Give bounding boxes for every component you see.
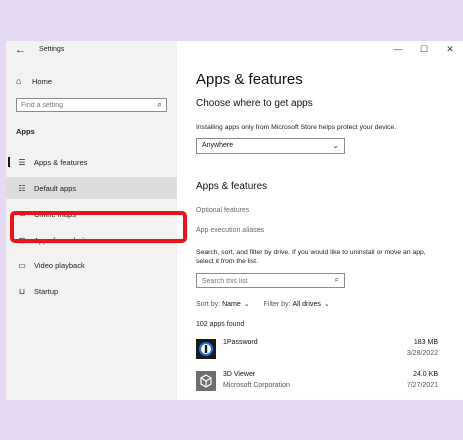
- window-controls: — ☐ ✕: [385, 41, 463, 55]
- find-setting-input[interactable]: [21, 100, 141, 110]
- sort-label: Sort by:: [196, 300, 221, 308]
- search-list-input[interactable]: [202, 276, 322, 286]
- search-icon[interactable]: ⌕: [158, 100, 162, 110]
- section-label: Apps: [16, 127, 35, 136]
- highlight-box: [10, 211, 187, 243]
- source-description: Installing apps only from Microsoft Stor…: [196, 124, 397, 131]
- app-date: 3/28/2022: [406, 350, 438, 357]
- minimize-icon[interactable]: —: [385, 41, 411, 55]
- apps-count: 102 apps found: [196, 321, 245, 328]
- find-setting-box[interactable]: ⌕: [16, 98, 167, 112]
- execution-aliases-link[interactable]: App execution aliases: [196, 227, 264, 234]
- app-name: 1Password: [223, 339, 258, 346]
- sidebar-item-label: Startup: [34, 286, 59, 296]
- window-title: Settings: [39, 46, 65, 53]
- apps-heading: Apps & features: [196, 181, 268, 192]
- sort-dropdown[interactable]: Sort by: Name ⌄: [196, 300, 250, 309]
- search-icon[interactable]: ⌕: [335, 275, 339, 285]
- app-size: 24.0 KB: [413, 371, 438, 378]
- app-date: 7/27/2021: [406, 382, 438, 389]
- startup-icon: ⊔: [18, 286, 26, 296]
- search-list-box[interactable]: ⌕: [196, 273, 345, 288]
- app-name: 3D Viewer: [223, 371, 256, 378]
- home-link[interactable]: ⌂ Home: [16, 75, 52, 87]
- maximize-icon[interactable]: ☐: [411, 41, 437, 55]
- app-list-item[interactable]: 1Password 183 MB 3/28/2022: [196, 339, 438, 367]
- app-source-dropdown[interactable]: Anywhere ⌄: [196, 138, 345, 154]
- filter-label: Filter by:: [263, 300, 291, 308]
- apps-features-icon: ☰: [18, 157, 26, 167]
- page-title: Apps & features: [196, 71, 303, 88]
- app-publisher: Microsoft Corporation: [223, 382, 290, 389]
- video-playback-icon: ▭: [18, 260, 26, 270]
- chevron-down-icon: ⌄: [332, 141, 339, 150]
- optional-features-link[interactable]: Optional features: [196, 207, 249, 214]
- home-label: Home: [32, 76, 53, 86]
- sidebar-item-label: Apps & features: [34, 157, 88, 167]
- active-indicator: [8, 157, 10, 167]
- close-icon[interactable]: ✕: [437, 41, 463, 55]
- sidebar-item-video-playback[interactable]: ▭ Video playback: [6, 254, 177, 276]
- sidebar-item-apps-features[interactable]: ☰ Apps & features: [6, 151, 177, 173]
- filter-value: All drives: [292, 300, 321, 308]
- source-heading: Choose where to get apps: [196, 98, 313, 109]
- sort-filter-row: Sort by: Name ⌄ Filter by: All drives ⌄: [196, 300, 344, 309]
- onepassword-icon: [196, 339, 216, 359]
- back-arrow-icon[interactable]: ←: [15, 44, 26, 56]
- sidebar-item-startup[interactable]: ⊔ Startup: [6, 280, 177, 302]
- sidebar-item-default-apps[interactable]: ☷ Default apps: [6, 177, 177, 199]
- chevron-down-icon: ⌄: [323, 301, 330, 308]
- chevron-down-icon: ⌄: [243, 301, 250, 308]
- sidebar-item-label: Default apps: [34, 183, 77, 193]
- filter-dropdown[interactable]: Filter by: All drives ⌄: [263, 300, 330, 309]
- home-icon: ⌂: [16, 76, 22, 86]
- search-description: Search, sort, and filter by drive. If yo…: [196, 249, 426, 265]
- settings-window: ← Settings ⌂ Home ⌕ Apps ☰ Apps & featur…: [6, 41, 463, 400]
- sidebar-item-label: Video playback: [34, 260, 85, 270]
- 3d-viewer-icon: [196, 371, 216, 391]
- sort-value: Name: [222, 300, 241, 308]
- app-source-value: Anywhere: [202, 142, 234, 149]
- app-list-item[interactable]: 3D Viewer Microsoft Corporation 24.0 KB …: [196, 371, 438, 399]
- default-apps-icon: ☷: [18, 183, 26, 193]
- app-size: 183 MB: [413, 339, 438, 346]
- main-panel: — ☐ ✕ Apps & features Choose where to ge…: [177, 41, 463, 400]
